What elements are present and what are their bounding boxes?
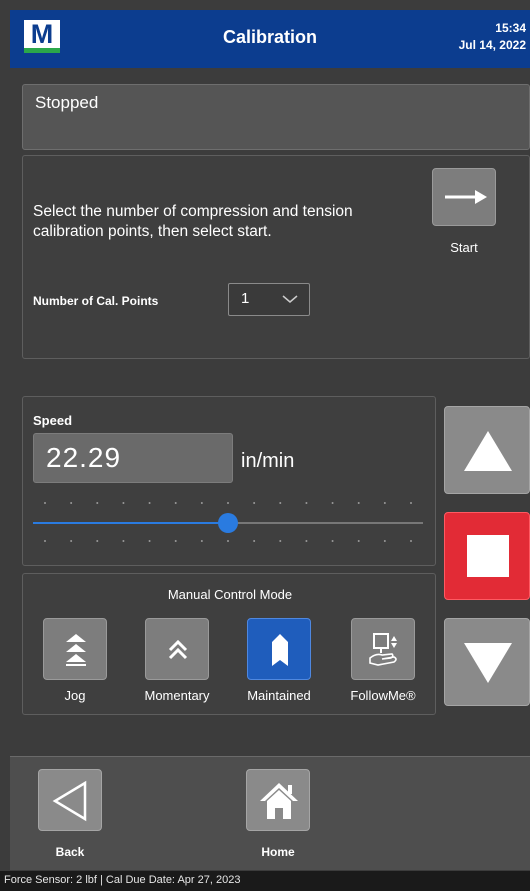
slider-tick xyxy=(383,540,386,542)
slider-tick xyxy=(410,540,412,542)
manual-control-title: Manual Control Mode xyxy=(167,587,293,602)
slider-tick xyxy=(122,502,125,504)
jog-up-button[interactable] xyxy=(444,406,530,494)
slider-tick xyxy=(279,502,282,504)
manual-control-panel: Manual Control Mode Jog Momentary Mainta… xyxy=(22,573,436,715)
slider-tick xyxy=(174,502,177,504)
slider-tick xyxy=(96,502,99,504)
stop-square-icon xyxy=(467,535,509,577)
instructions-text: Select the number of compression and ten… xyxy=(33,203,353,240)
mode-momentary-button[interactable] xyxy=(145,618,209,680)
slider-tick xyxy=(227,502,229,504)
page-title: Calibration xyxy=(222,27,317,47)
speed-slider[interactable] xyxy=(33,495,423,545)
slider-tick xyxy=(253,540,256,542)
slider-tick xyxy=(148,502,151,504)
mode-maintained-label: Maintained xyxy=(247,688,311,703)
slider-tick xyxy=(383,502,386,504)
slider-tick xyxy=(227,540,229,542)
logo-accent xyxy=(24,48,60,53)
triangle-down-icon xyxy=(464,643,512,683)
title-bar: M Calibration 15:34 Jul 14, 2022 xyxy=(10,10,530,68)
num-cal-points-label: Number of Cal. Points xyxy=(33,294,159,308)
num-cal-points-select[interactable]: 1 xyxy=(228,283,310,316)
home-icon xyxy=(260,783,298,819)
slider-tick xyxy=(174,540,177,542)
slider-tick xyxy=(200,540,203,542)
slider-tick xyxy=(410,502,412,504)
maintained-icon xyxy=(272,634,288,666)
slider-tick xyxy=(70,540,73,542)
jog-icon xyxy=(66,634,86,666)
home-label: Home xyxy=(261,845,295,859)
slider-tick xyxy=(331,502,334,504)
mode-jog-label: Jog xyxy=(64,688,86,703)
momentary-icon xyxy=(168,639,188,660)
start-label: Start xyxy=(450,240,478,255)
slider-tick xyxy=(305,502,308,504)
home-button[interactable] xyxy=(246,769,310,831)
slider-tick xyxy=(357,540,360,542)
stop-button[interactable] xyxy=(444,512,530,600)
back-icon xyxy=(52,780,87,822)
speed-label: Speed xyxy=(33,413,73,428)
num-cal-points-value: 1 xyxy=(241,290,250,307)
calibration-panel: Select the number of compression and ten… xyxy=(22,155,530,359)
slider-tick xyxy=(279,540,282,542)
triangle-up-icon xyxy=(464,431,512,471)
slider-tick xyxy=(200,502,203,504)
clock-time: 15:34 xyxy=(495,21,526,35)
status-text: Stopped xyxy=(35,93,99,112)
speed-value: 22.29 xyxy=(46,442,122,473)
back-label: Back xyxy=(55,845,85,859)
followme-icon xyxy=(369,633,397,666)
mode-momentary-label: Momentary xyxy=(144,688,210,703)
back-button[interactable] xyxy=(38,769,102,831)
slider-tick xyxy=(331,540,334,542)
slider-thumb[interactable] xyxy=(218,513,238,533)
mode-followme-label: FollowMe® xyxy=(350,688,416,703)
slider-tick xyxy=(70,502,73,504)
speed-input[interactable]: 22.29 xyxy=(33,433,233,483)
speed-unit: in/min xyxy=(241,450,295,472)
speed-panel: Speed 22.29 in/min xyxy=(22,396,436,566)
jog-down-button[interactable] xyxy=(444,618,530,706)
slider-tick xyxy=(305,540,308,542)
footer-text: Force Sensor: 2 lbf | Cal Due Date: Apr … xyxy=(4,874,241,886)
status-box: Stopped xyxy=(22,84,530,150)
slider-tick xyxy=(148,540,151,542)
mode-maintained-button[interactable] xyxy=(247,618,311,680)
slider-tick xyxy=(122,540,125,542)
start-button[interactable] xyxy=(432,168,496,226)
clock-date: Jul 14, 2022 xyxy=(458,38,526,52)
status-footer: Force Sensor: 2 lbf | Cal Due Date: Apr … xyxy=(0,871,530,891)
slider-tick xyxy=(253,502,256,504)
chevron-down-icon xyxy=(282,295,298,303)
arrow-right-icon xyxy=(445,190,487,204)
slider-tick xyxy=(357,502,360,504)
mode-followme-button[interactable] xyxy=(351,618,415,680)
slider-tick xyxy=(44,540,46,542)
mode-jog-button[interactable] xyxy=(43,618,107,680)
bottom-nav: Back Home xyxy=(10,756,530,870)
slider-tick xyxy=(96,540,99,542)
slider-tick xyxy=(44,502,46,504)
